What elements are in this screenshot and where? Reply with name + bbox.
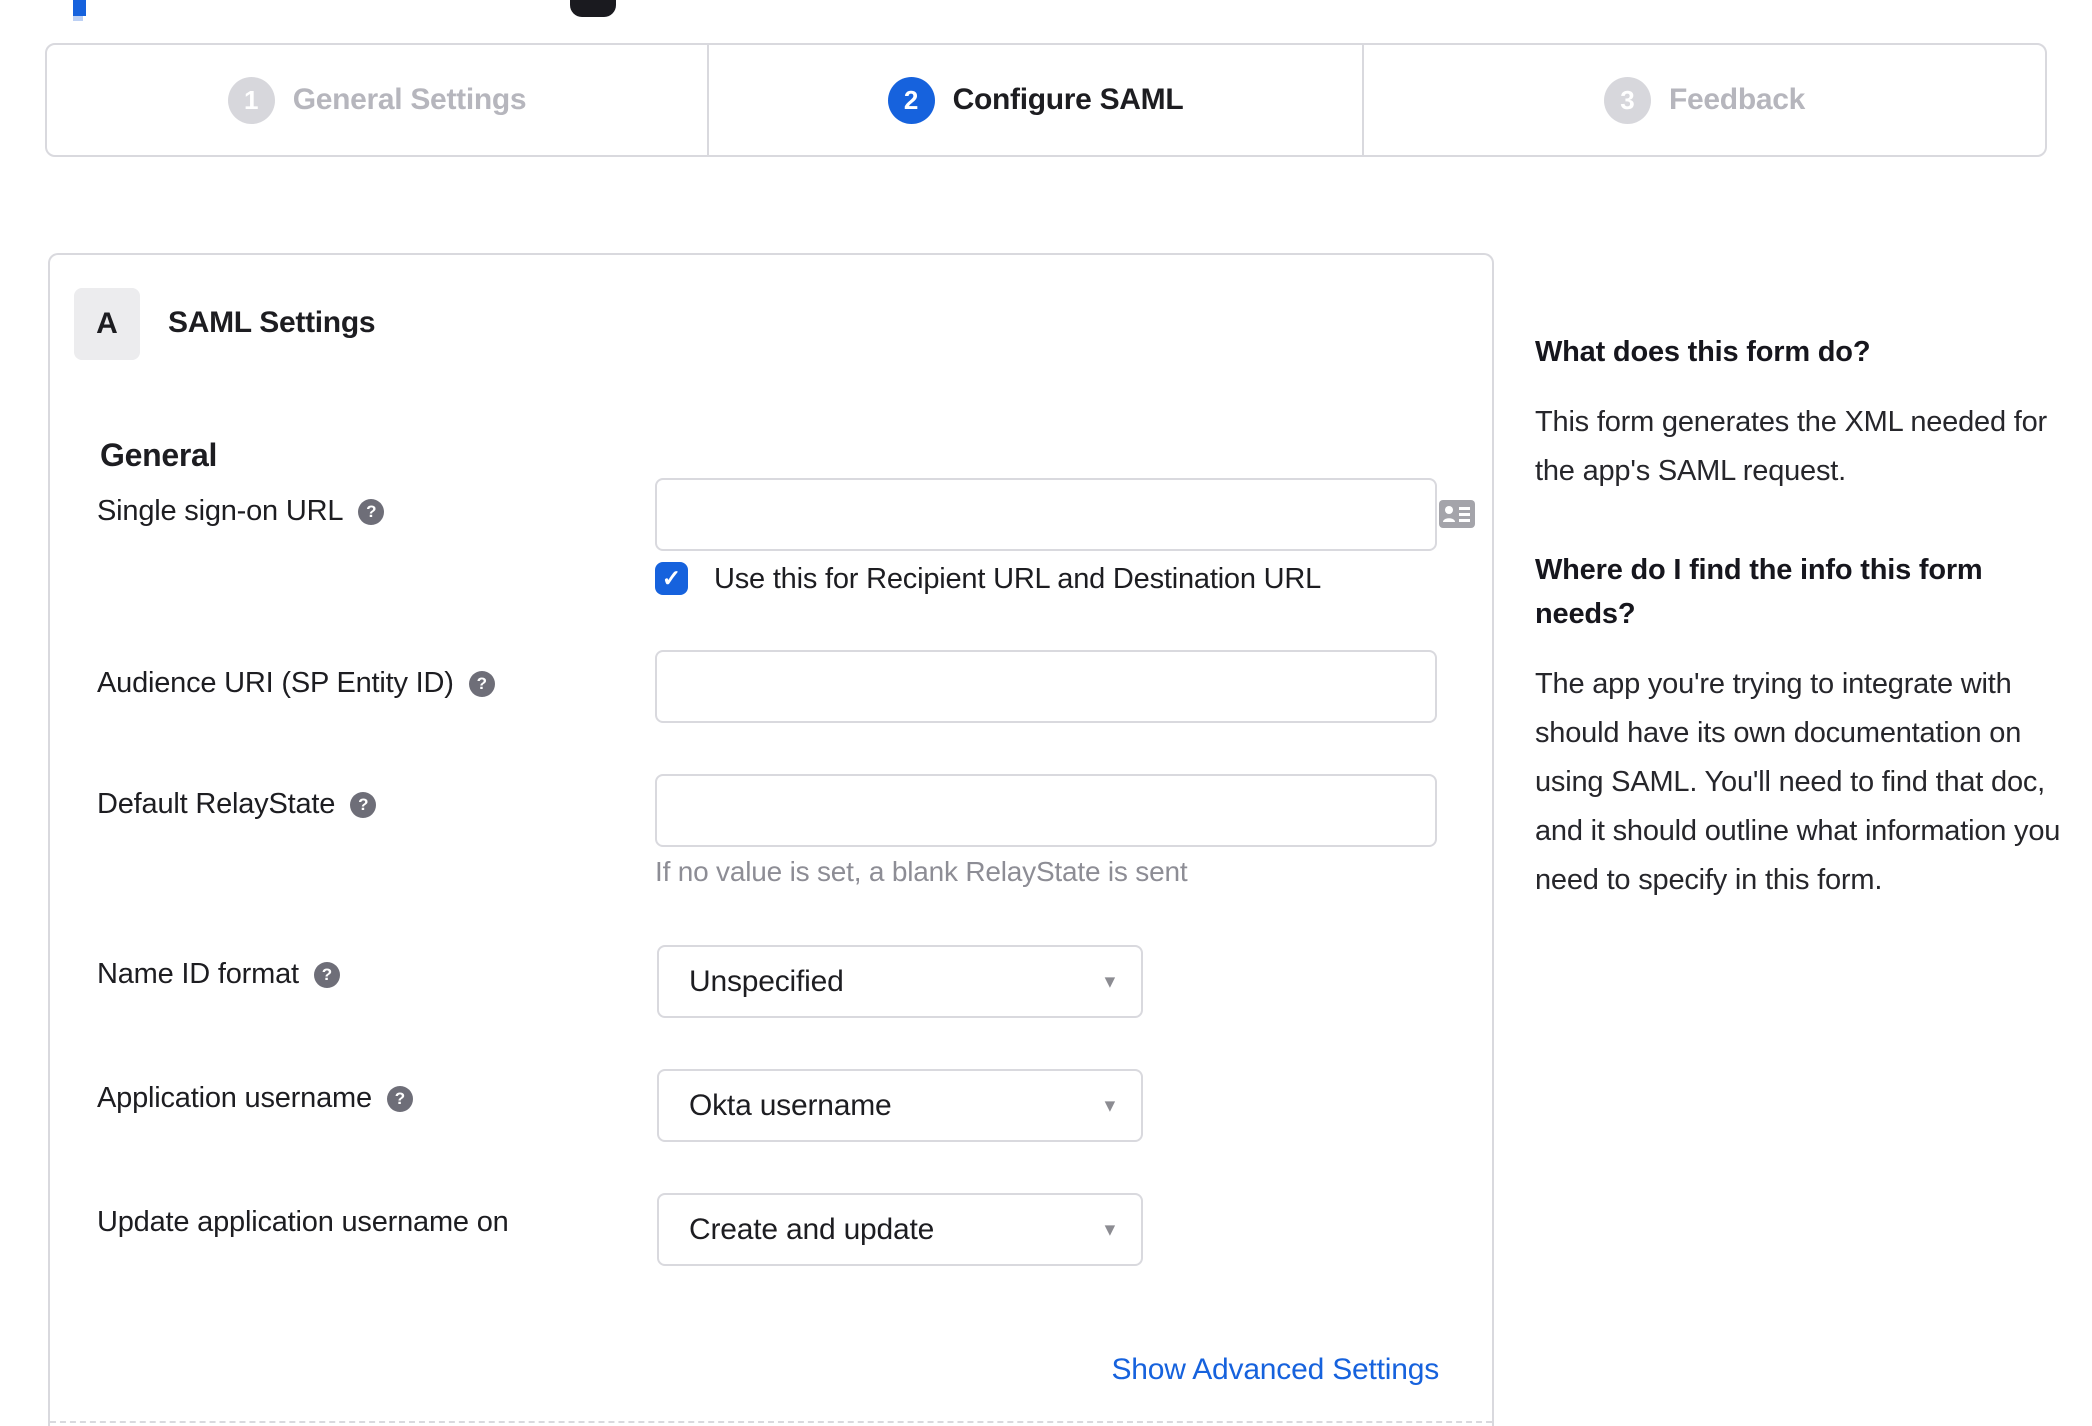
sidebar-paragraph: This form generates the XML needed for t… bbox=[1535, 406, 2047, 487]
show-advanced-settings-link[interactable]: Show Advanced Settings bbox=[655, 1353, 1440, 1387]
help-sidebar: What does this form do? This form genera… bbox=[1535, 330, 2080, 905]
sidebar-section: What does this form do? This form genera… bbox=[1535, 330, 2080, 496]
step-configure-saml[interactable]: 2 Configure SAML bbox=[707, 45, 1362, 155]
audience-uri-label: Audience URI (SP Entity ID) ? bbox=[97, 667, 495, 700]
app-username-label: Application username ? bbox=[97, 1082, 413, 1115]
audience-help-icon[interactable]: ? bbox=[468, 670, 495, 697]
saml-settings-card: A SAML Settings General Single sign-on U… bbox=[48, 253, 1494, 1426]
recipient-url-checkbox[interactable]: ✓ bbox=[655, 562, 688, 595]
relaystate-input[interactable] bbox=[655, 774, 1437, 847]
step-number-badge: 1 bbox=[227, 76, 275, 124]
wizard-stepper: 1 General Settings 2 Configure SAML 3 Fe… bbox=[45, 43, 2047, 157]
chevron-down-icon: ▾ bbox=[1104, 1217, 1116, 1241]
update-username-value: Create and update bbox=[689, 1212, 935, 1246]
app-username-value: Okta username bbox=[689, 1088, 892, 1122]
section-divider-dashed bbox=[50, 1421, 1492, 1423]
clipped-title-fragment-dark bbox=[570, 0, 616, 17]
section-title: SAML Settings bbox=[168, 306, 376, 339]
clipped-title-fragment-blue bbox=[73, 0, 86, 16]
audience-uri-input[interactable] bbox=[655, 650, 1437, 723]
general-heading: General bbox=[100, 437, 218, 473]
nameid-format-value: Unspecified bbox=[689, 964, 844, 998]
relaystate-label: Default RelayState ? bbox=[97, 788, 377, 821]
sidebar-heading: What does this form do? bbox=[1535, 336, 1871, 368]
contact-card-icon bbox=[1439, 500, 1475, 528]
update-username-label: Update application username on bbox=[97, 1206, 509, 1238]
sidebar-paragraph: The app you're trying to integrate with … bbox=[1535, 668, 2061, 896]
section-a-badge: A bbox=[74, 288, 140, 360]
app-username-select[interactable]: Okta username ▾ bbox=[657, 1069, 1143, 1142]
sso-url-label: Single sign-on URL ? bbox=[97, 495, 385, 528]
step-label: General Settings bbox=[292, 83, 527, 116]
nameid-format-select[interactable]: Unspecified ▾ bbox=[657, 945, 1143, 1018]
relaystate-helper-text: If no value is set, a blank RelayState i… bbox=[655, 856, 1188, 887]
step-number-badge: 3 bbox=[1604, 76, 1651, 124]
nameid-format-label: Name ID format ? bbox=[97, 958, 340, 991]
step-label: Configure SAML bbox=[952, 83, 1184, 116]
sidebar-heading: Where do I find the info this form needs… bbox=[1535, 554, 1983, 630]
sso-help-icon[interactable]: ? bbox=[358, 498, 385, 525]
clipped-title-fragment-blue-tail bbox=[73, 16, 83, 21]
recipient-url-checkbox-label: Use this for Recipient URL and Destinati… bbox=[714, 563, 1322, 595]
sidebar-section: Where do I find the info this form needs… bbox=[1535, 548, 2080, 905]
step-general-settings[interactable]: 1 General Settings bbox=[47, 45, 707, 155]
step-number-badge: 2 bbox=[887, 76, 935, 124]
nameid-help-icon[interactable]: ? bbox=[313, 961, 340, 988]
step-label: Feedback bbox=[1669, 83, 1805, 116]
relaystate-help-icon[interactable]: ? bbox=[350, 791, 377, 818]
appusername-help-icon[interactable]: ? bbox=[386, 1085, 413, 1112]
chevron-down-icon: ▾ bbox=[1104, 1093, 1116, 1117]
update-username-select[interactable]: Create and update ▾ bbox=[657, 1193, 1143, 1266]
step-feedback[interactable]: 3 Feedback bbox=[1362, 45, 2045, 155]
chevron-down-icon: ▾ bbox=[1104, 969, 1116, 993]
sso-url-input[interactable] bbox=[655, 478, 1437, 551]
